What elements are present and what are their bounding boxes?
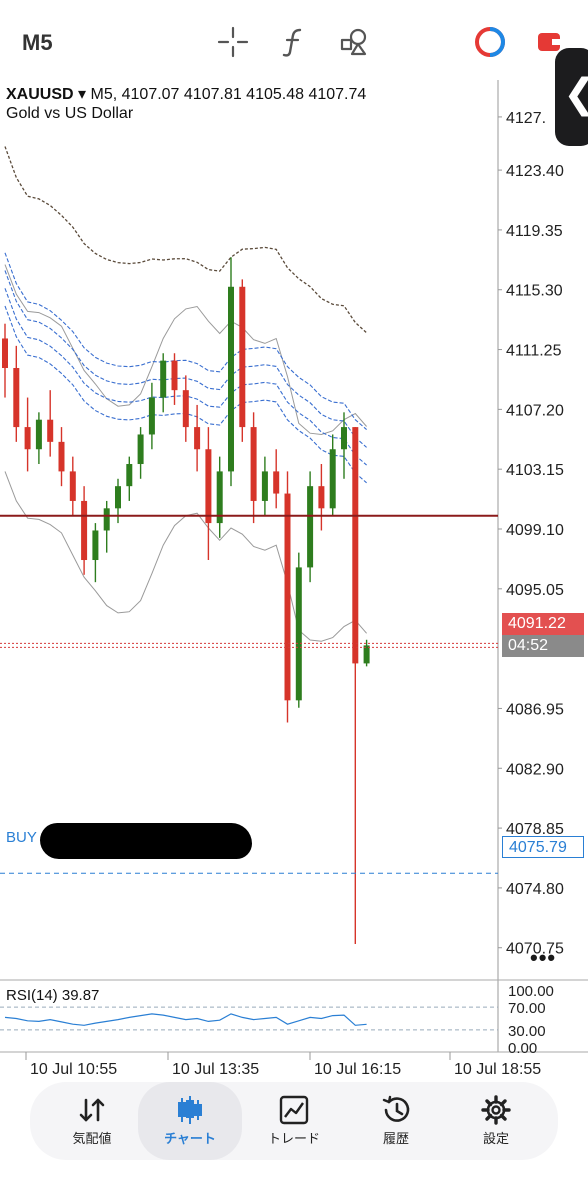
rsi-axis-label: 0.00 bbox=[508, 1040, 537, 1057]
toolbar: M5 bbox=[0, 0, 588, 80]
nav-label: 設定 bbox=[482, 1131, 509, 1146]
long-ma-line bbox=[4, 146, 368, 334]
timeframe-button[interactable]: M5 bbox=[22, 30, 53, 56]
chart-grid bbox=[0, 80, 588, 1053]
more-options-icon[interactable]: ••• bbox=[530, 945, 556, 971]
candle-body bbox=[352, 427, 359, 664]
chart-icon bbox=[178, 1096, 202, 1124]
price-axis-label: 4099.10 bbox=[506, 522, 564, 539]
price-levels bbox=[0, 514, 498, 874]
candle-body bbox=[24, 427, 31, 450]
trade-chart-icon bbox=[279, 1095, 309, 1125]
ohlc-values: M5, 4107.07 4107.81 4105.48 4107.74 bbox=[90, 86, 367, 103]
buy-price-tag: 4075.79 bbox=[502, 836, 584, 858]
candle-body bbox=[58, 441, 65, 472]
candle-body bbox=[137, 434, 144, 465]
candle-body bbox=[92, 530, 99, 561]
candle-body bbox=[194, 427, 201, 450]
nav-trade[interactable]: トレード bbox=[242, 1082, 346, 1160]
candle-body bbox=[69, 471, 76, 501]
chart-symbol-line: XAUUSD ▾ M5, 4107.07 4107.81 4105.48 410… bbox=[6, 84, 366, 104]
bottom-navigation: 気配値 チャート トレード 履歴 設定 bbox=[30, 1082, 558, 1160]
candle-body bbox=[341, 427, 347, 450]
crosshair-icon[interactable] bbox=[217, 26, 249, 58]
rsi-line bbox=[4, 1013, 367, 1026]
candle-body bbox=[81, 500, 88, 561]
symbol-dropdown-icon[interactable]: ▾ bbox=[78, 86, 86, 103]
current-price-tag: 4091.22 bbox=[502, 613, 584, 635]
rsi-label: RSI(14) 39.87 bbox=[6, 987, 100, 1004]
candle-body bbox=[239, 286, 246, 428]
nav-settings[interactable]: 設定 bbox=[444, 1082, 548, 1160]
buy-position-label[interactable]: BUY bbox=[6, 829, 37, 846]
nav-history[interactable]: 履歴 bbox=[344, 1082, 448, 1160]
candle-body bbox=[13, 368, 20, 428]
price-axis-label: 4074.80 bbox=[506, 881, 564, 898]
nav-label: 履歴 bbox=[382, 1131, 409, 1146]
price-axis-label: 4127. bbox=[506, 110, 546, 127]
price-chart[interactable]: 100.0070.00 30.000.00 4127. 4123.40 4119.35… bbox=[0, 80, 588, 1090]
candle-body bbox=[126, 464, 133, 487]
candle-body bbox=[115, 486, 121, 509]
candle-body bbox=[182, 390, 189, 428]
quotes-icon bbox=[79, 1098, 105, 1122]
candle-body bbox=[363, 645, 370, 664]
nav-quotes[interactable]: 気配値 bbox=[40, 1082, 144, 1160]
rsi-axis-label: 100.00 bbox=[508, 983, 554, 1000]
price-axis-label: 4095.05 bbox=[506, 582, 564, 599]
time-axis-label: 10 Jul 13:35 bbox=[172, 1061, 259, 1078]
candle-body bbox=[35, 419, 42, 450]
price-axis-label: 4103.15 bbox=[506, 462, 564, 479]
candle-body bbox=[228, 286, 234, 472]
function-icon[interactable] bbox=[278, 26, 310, 58]
price-axis-label: 4107.20 bbox=[506, 402, 564, 419]
objects-icon[interactable] bbox=[339, 26, 371, 58]
history-icon bbox=[382, 1095, 410, 1122]
candle-body bbox=[261, 471, 268, 501]
nav-label: トレード bbox=[267, 1131, 320, 1146]
candle-body bbox=[103, 508, 110, 531]
price-axis-label: 4123.40 bbox=[506, 163, 564, 180]
candle-body bbox=[2, 338, 8, 369]
time-axis: 10 Jul 10:55 10 Jul 13:35 10 Jul 16:15 10 J… bbox=[25, 1052, 541, 1078]
candle-body bbox=[148, 397, 155, 435]
bar-timer: 04:52 bbox=[502, 635, 584, 657]
time-axis-label: 10 Jul 16:15 bbox=[314, 1061, 401, 1078]
settings-icon bbox=[481, 1095, 511, 1125]
candle-body bbox=[171, 360, 178, 391]
price-axis-label: 4115.30 bbox=[506, 283, 563, 300]
candle-body bbox=[284, 493, 291, 701]
rsi-axis-label: 70.00 bbox=[508, 1000, 546, 1017]
rsi-axis-label: 30.00 bbox=[508, 1023, 546, 1040]
price-axis: 4127. 4123.40 4119.35 4115.30 4111.25 4107.20… bbox=[498, 110, 564, 958]
nav-label: 気配値 bbox=[72, 1131, 112, 1146]
redacted-area bbox=[40, 823, 252, 859]
price-axis-label: 4119.35 bbox=[506, 223, 563, 240]
candle-body bbox=[205, 449, 212, 524]
candle-body bbox=[250, 427, 257, 501]
price-axis-label: 4111.25 bbox=[506, 343, 562, 360]
candle-body bbox=[329, 449, 336, 509]
price-axis-label: 4082.90 bbox=[506, 761, 564, 778]
time-axis-label: 10 Jul 10:55 bbox=[30, 1061, 117, 1078]
candle-body bbox=[160, 360, 167, 398]
candle-body bbox=[273, 471, 280, 494]
candle-body bbox=[318, 486, 325, 509]
candle-body bbox=[295, 567, 302, 701]
time-axis-label: 10 Jul 18:55 bbox=[454, 1061, 541, 1078]
symbol-name[interactable]: XAUUSD bbox=[6, 86, 74, 103]
price-axis-label: 4086.95 bbox=[506, 701, 564, 718]
nav-label: チャート bbox=[164, 1131, 216, 1146]
candle-body bbox=[307, 486, 314, 568]
candle-body bbox=[47, 419, 54, 442]
symbol-description: Gold vs US Dollar bbox=[6, 105, 134, 122]
trade-icon[interactable] bbox=[474, 26, 506, 58]
nav-chart[interactable]: チャート bbox=[138, 1082, 242, 1160]
